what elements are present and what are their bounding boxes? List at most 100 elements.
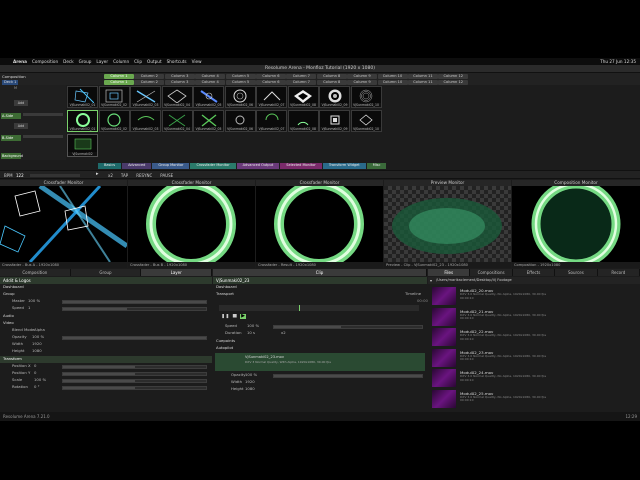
preset-tab-7[interactable]: Transform Widget [322,163,366,169]
file-item[interactable]: Modul02_24.mov DXV 3.0 Normal Quality, No… [432,368,640,390]
preset-tab-3[interactable]: Group Monitor [152,163,190,169]
files-path[interactable]: /Users/marikaclement/Desktop/Vj Footage [436,278,512,283]
play-icon[interactable]: ▶ [240,314,246,319]
speed-slider[interactable] [62,307,207,311]
preset-tab-6[interactable]: Selected Monitor [280,163,322,169]
tab-files[interactable]: Files [428,269,471,276]
clip-source[interactable]: VjSunmaki02_23.mov DXV 3 Normal Quality,… [215,353,425,371]
column-header-11[interactable]: Column 11 [407,73,438,79]
clip-row2-7[interactable]: VjSunmaki02_07 [256,110,287,132]
tab-sources[interactable]: Sources [555,269,598,276]
tab-effects[interactable]: Effects [512,269,556,276]
clip-speed-slider[interactable] [273,325,423,329]
master-slider[interactable] [62,300,207,304]
bpm-slider[interactable] [30,174,80,177]
tab-composition[interactable]: Composition [0,269,71,276]
position-x-value[interactable]: 0 [28,363,36,370]
height-value[interactable]: 1080 [26,348,42,355]
menu-arena[interactable]: Arena [13,59,27,64]
rotation-value[interactable]: 0 ° [28,384,40,391]
clip-section-dashboard[interactable]: Dashboard [213,284,237,291]
clip-section-cuepoints[interactable]: Cuepoints [213,338,235,345]
transport-tap[interactable]: TAP [121,173,128,178]
layer-b-side[interactable]: B-Side [1,135,21,141]
section-audio[interactable]: Audio [0,313,14,320]
monitor-bus-b[interactable] [128,186,255,262]
tab-layer[interactable]: Layer [141,269,213,276]
clip-row2-3[interactable]: VjSunmaki02_03 [130,110,161,132]
monitor-composition[interactable] [512,186,640,262]
column-header-5[interactable]: Column 5 [225,73,256,79]
menu-output[interactable]: Output [147,59,162,64]
clip-row1-7[interactable]: VjSunmaki02_07 [256,86,287,108]
file-item[interactable]: Modul02_22.mov DXV 3.0 Normal Quality, No… [432,327,640,349]
column-header-12[interactable]: Column 12 [438,73,469,79]
column-header-7[interactable]: Column 7 [286,73,317,79]
timeline-select[interactable]: Timeline [399,291,421,298]
clip-background[interactable]: VjSunmaki02 [67,134,98,157]
menu-composition[interactable]: Composition [32,59,58,64]
duration-value[interactable]: 10 s [241,330,255,337]
preset-tab-4[interactable]: Crossfader Monitor [190,163,236,169]
opacity-slider[interactable] [62,336,207,340]
clip-row1-10[interactable]: VjSunmaki02_10 [350,86,382,108]
clip-row1-9[interactable]: VjSunmaki02_09 [319,86,350,108]
preset-tab-2[interactable]: Advanced [122,163,152,169]
layer-a-opacity-slider[interactable] [23,113,63,116]
transport-resync[interactable]: RESYNC [136,173,152,178]
monitor-preview[interactable] [384,186,511,262]
section-transform[interactable]: Transform [0,356,212,363]
file-item[interactable]: Modul02_21.mov DXV 3.0 Normal Quality, No… [432,307,640,329]
clip-opacity-value[interactable]: 100 % [239,372,257,379]
clip-width-value[interactable]: 1920 [239,379,255,386]
pause-icon[interactable]: ❚❚ [221,314,229,319]
clip-height-value[interactable]: 1080 [239,386,255,393]
tab-compositions[interactable]: Compositions [470,269,513,276]
transport-pause[interactable]: PAUSE [160,173,173,178]
column-header-1[interactable]: Column 1 [104,73,134,79]
tab-clip[interactable]: Clip [213,269,427,276]
width-value[interactable]: 1920 [26,341,42,348]
clip-row2-8[interactable]: VjSunmaki02_08 [287,110,319,132]
add-layer-button[interactable]: Add [14,100,28,106]
tab-group[interactable]: Group [70,269,142,276]
column-header-2[interactable]: Column 2 [134,73,165,79]
clip-row1-1[interactable]: VjSunmaki02_01 [67,86,98,108]
opacity-value[interactable]: 100 % [26,334,44,341]
section-video[interactable]: Video [0,320,14,327]
preset-tab-1[interactable]: Basics [98,163,122,169]
column-header-4[interactable]: Column 4 [195,73,226,79]
section-group[interactable]: Group [0,291,15,298]
clip-row1-5[interactable]: VjSunmaki02_05 [193,86,224,108]
tab-record[interactable]: Record [597,269,640,276]
clip-section-transport[interactable]: Transport [213,291,234,298]
layer-background[interactable]: Background [1,153,23,159]
clip-timeline[interactable] [219,305,419,311]
file-item[interactable]: Modul02_20.mov DXV 3.0 Normal Quality, No… [432,286,640,308]
clip-speed-value[interactable]: 100 % [241,323,259,330]
clip-row1-3[interactable]: VjSunmaki02_03 [130,86,161,108]
speed-value[interactable]: 1 [22,305,30,312]
file-item[interactable]: Modul02_25.mov DXV 3.0 Normal Quality, No… [432,389,640,411]
column-header-9[interactable]: Column 9 [347,73,378,79]
position-y-slider[interactable] [62,372,207,376]
menu-view[interactable]: View [192,59,202,64]
position-y-value[interactable]: 0 [28,370,36,377]
layer-a-side[interactable]: A-Side [1,113,21,119]
preset-tab-8[interactable]: Misc [366,163,387,169]
scale-value[interactable]: 100 % [28,377,46,384]
clip-row2-4[interactable]: VjSunmaki02_04 [161,110,193,132]
column-header-8[interactable]: Column 8 [316,73,347,79]
position-x-slider[interactable] [62,365,207,369]
clip-row2-10[interactable]: VjSunmaki02_10 [350,110,382,132]
master-value[interactable]: 100 % [22,298,40,305]
transport-x2[interactable]: x2 [108,173,113,178]
section-dashboard[interactable]: Dashboard [0,284,24,291]
scale-slider[interactable] [62,379,207,383]
clip-row1-4[interactable]: VjSunmaki02_04 [161,86,193,108]
clip-row2-2[interactable]: VjSunmaki02_02 [98,110,130,132]
layer-b-opacity-slider[interactable] [23,135,63,138]
clip-row2-1[interactable]: VjSunmaki02_01 [67,110,98,132]
clip-row1-2[interactable]: VjSunmaki02_02 [98,86,130,108]
menu-column[interactable]: Column [113,59,129,64]
